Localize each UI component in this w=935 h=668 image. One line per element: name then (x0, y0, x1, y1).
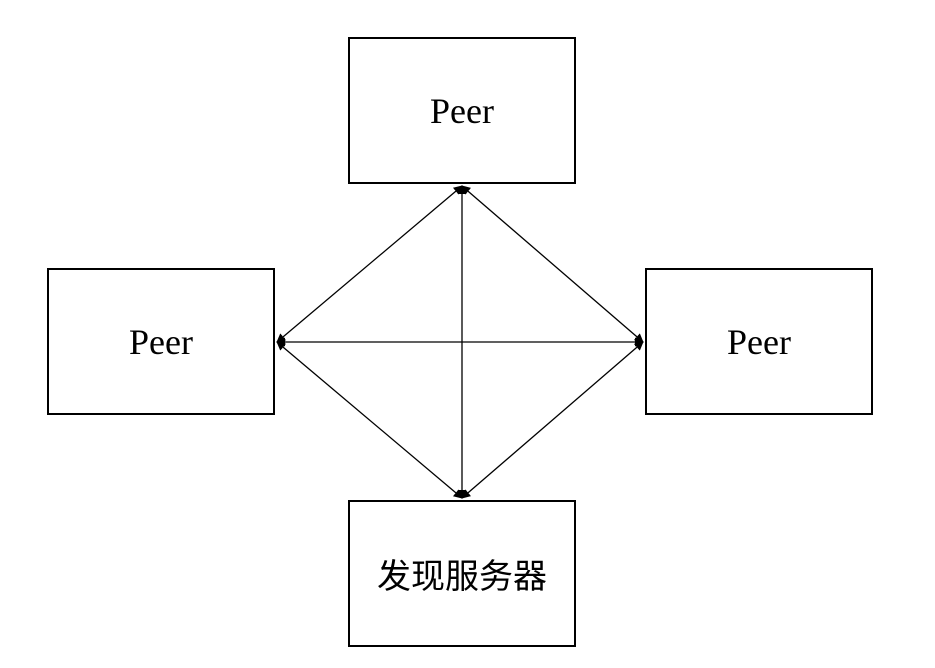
discovery-server-node: 发现服务器 (348, 500, 576, 647)
diagram-canvas: Peer Peer Peer 发现服务器 (0, 0, 935, 668)
peer-node-left: Peer (47, 268, 275, 415)
edge-right-bottom (461, 341, 644, 499)
peer-node-right: Peer (645, 268, 873, 415)
peer-node-left-label: Peer (129, 321, 193, 362)
peer-node-right-label: Peer (727, 321, 791, 362)
edge-top-left (276, 185, 463, 343)
discovery-server-node-label: 发现服务器 (377, 557, 547, 597)
peer-node-top: Peer (348, 37, 576, 184)
edge-top-right (461, 185, 644, 343)
edge-left-bottom (276, 341, 463, 499)
peer-node-top-label: Peer (430, 90, 494, 131)
